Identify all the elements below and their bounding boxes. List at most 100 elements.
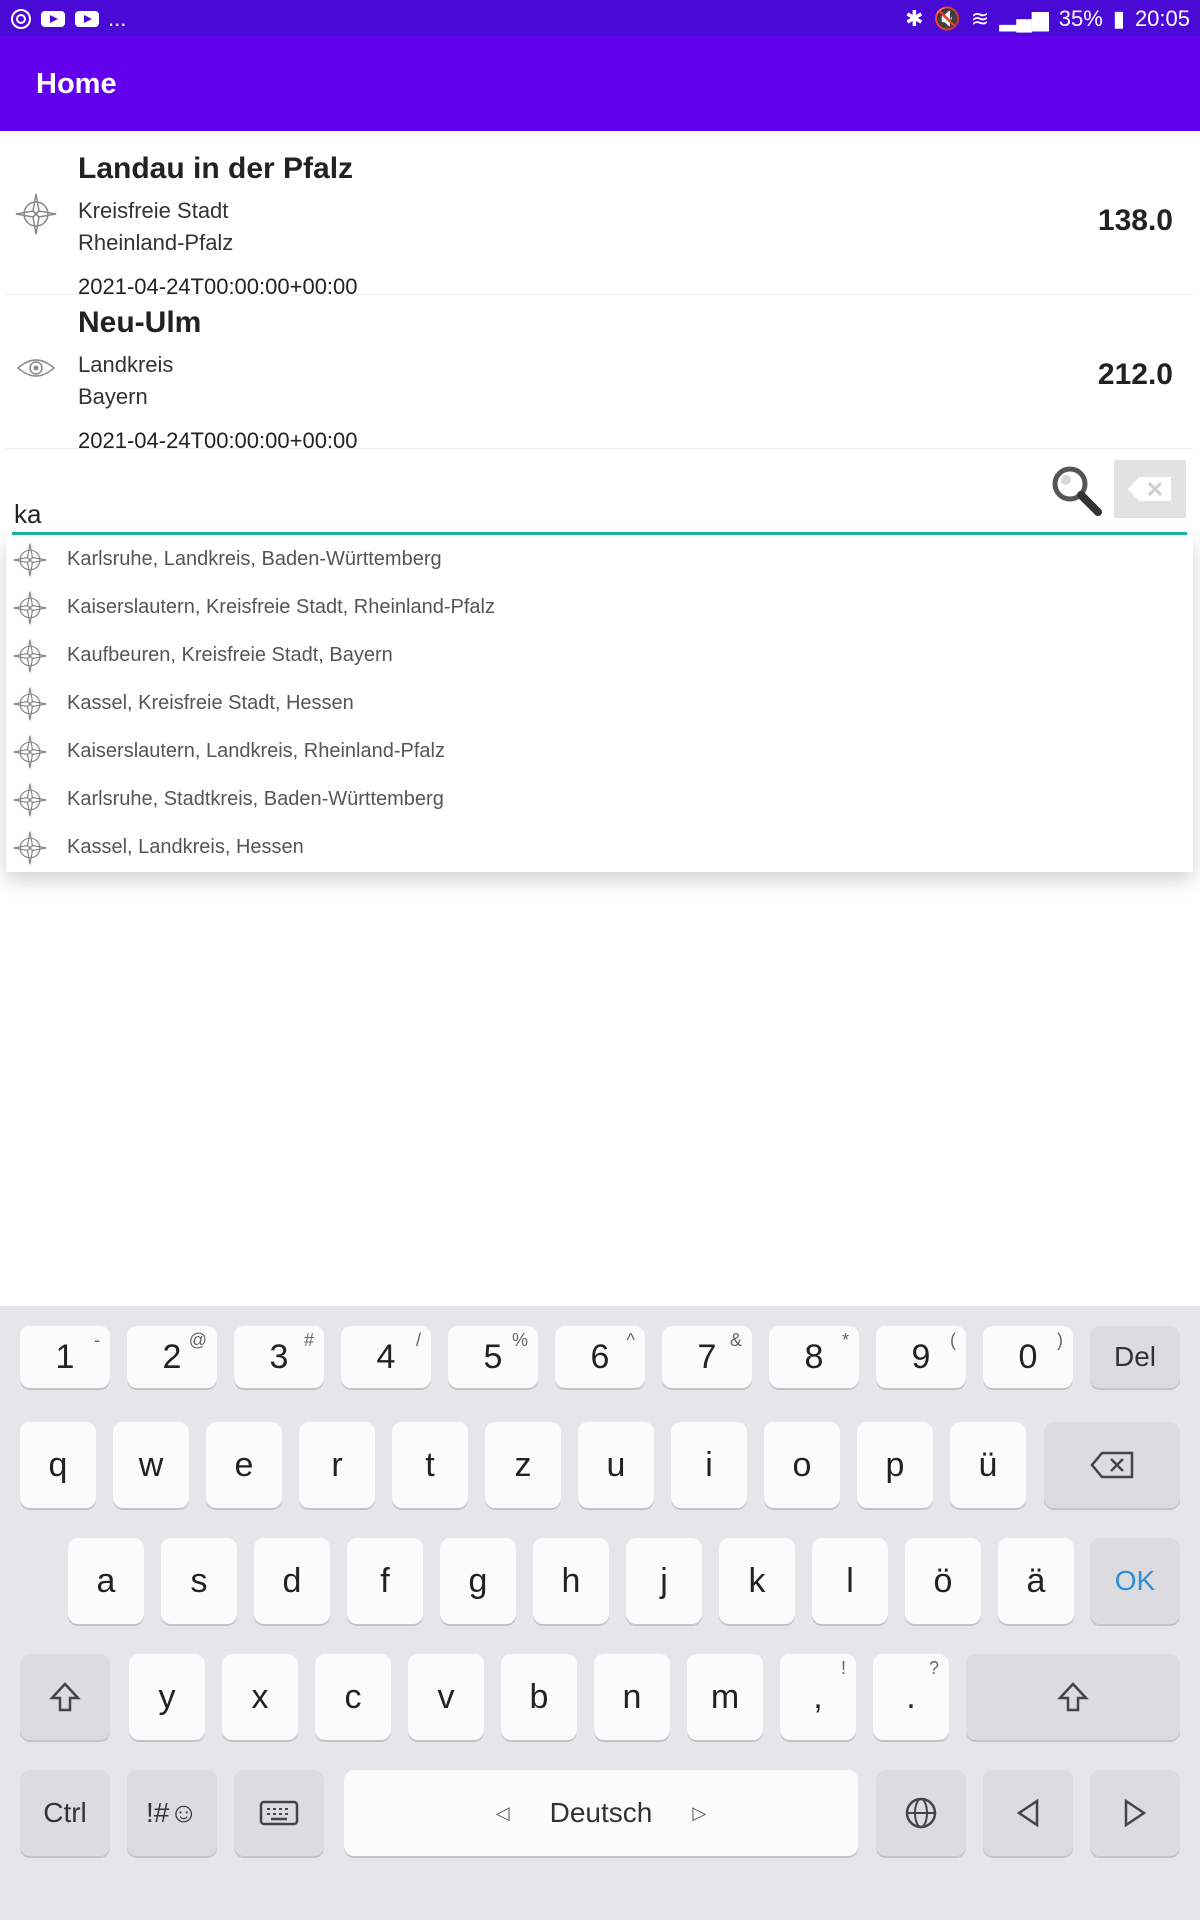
key-keyboard-settings[interactable] xyxy=(234,1770,324,1856)
mute-icon: 🔇 xyxy=(933,6,961,31)
key-alt-label: & xyxy=(729,1330,742,1350)
suggestion-item[interactable]: Kaiserslautern, Kreisfreie Stadt, Rheinl… xyxy=(6,584,1193,632)
key-ü[interactable]: ü xyxy=(950,1422,1026,1508)
key-shift-right[interactable] xyxy=(966,1654,1180,1740)
key-7[interactable]: 7 & xyxy=(662,1326,752,1388)
key-del[interactable]: Del xyxy=(1090,1326,1180,1388)
key-f[interactable]: f xyxy=(347,1538,423,1624)
key-r[interactable]: r xyxy=(299,1422,375,1508)
key-ctrl[interactable]: Ctrl xyxy=(20,1770,110,1856)
globe-icon xyxy=(905,1797,937,1829)
suggestion-item[interactable]: Karlsruhe, Landkreis, Baden-Württemberg xyxy=(6,536,1193,584)
key-0[interactable]: 0) xyxy=(983,1326,1073,1388)
key-e[interactable]: e xyxy=(206,1422,282,1508)
key-x[interactable]: x xyxy=(222,1654,298,1740)
eye-icon xyxy=(16,359,56,377)
key-label: !#☺ xyxy=(146,1797,198,1828)
key-z[interactable]: z xyxy=(485,1422,561,1508)
key-p[interactable]: p xyxy=(857,1422,933,1508)
key-6[interactable]: 6 ^ xyxy=(555,1326,645,1388)
key-9[interactable]: 9( xyxy=(876,1326,966,1388)
key-symbols[interactable]: !#☺ xyxy=(127,1770,217,1856)
key-label: 4 xyxy=(376,1337,396,1376)
key-label: ü xyxy=(978,1445,998,1484)
location-name: Landau in der Pfalz xyxy=(78,152,354,185)
key-cursor-left[interactable] xyxy=(983,1770,1073,1856)
key-5[interactable]: 5% xyxy=(448,1326,538,1388)
suggestion-item[interactable]: Kaiserslautern, Landkreis, Rheinland-Pfa… xyxy=(6,728,1193,776)
key-label: l xyxy=(846,1561,854,1600)
key-period[interactable]: .? xyxy=(873,1654,949,1740)
key-k[interactable]: k xyxy=(719,1538,795,1624)
key-label: w xyxy=(138,1445,164,1484)
compass-rose-icon xyxy=(13,831,47,865)
key-label: i xyxy=(705,1445,713,1484)
suggestion-item[interactable]: Karlsruhe, Stadtkreis, Baden-Württemberg xyxy=(6,776,1193,824)
status-bar: ... ✱ 🔇 ≋ ▂▄▆ 35% ▮ 20:05 xyxy=(0,0,1200,36)
shift-icon xyxy=(1057,1682,1089,1712)
shift-icon xyxy=(49,1682,81,1712)
key-w[interactable]: w xyxy=(113,1422,189,1508)
suggestion-item[interactable]: Kassel, Kreisfreie Stadt, Hessen xyxy=(6,680,1193,728)
key-t[interactable]: t xyxy=(392,1422,468,1508)
key-label: ä xyxy=(1026,1561,1046,1600)
signal-icon: ▂▄▆ xyxy=(999,6,1049,31)
key-o[interactable]: o xyxy=(764,1422,840,1508)
key-n[interactable]: n xyxy=(594,1654,670,1740)
key-m[interactable]: m xyxy=(687,1654,763,1740)
key-label: s xyxy=(190,1561,208,1600)
key-space[interactable]: ◁ Deutsch ▷ xyxy=(344,1770,858,1856)
key-label: 0 xyxy=(1018,1337,1038,1376)
key-s[interactable]: s xyxy=(161,1538,237,1624)
key-g[interactable]: g xyxy=(440,1538,516,1624)
location-type: Kreisfreie Stadt xyxy=(78,198,229,223)
key-q[interactable]: q xyxy=(20,1422,96,1508)
key-2[interactable]: 2 @ xyxy=(127,1326,217,1388)
clear-button[interactable] xyxy=(1114,460,1186,518)
key-ok[interactable]: OK xyxy=(1090,1538,1180,1624)
list-item[interactable]: Landau in der Pfalz Kreisfreie Stadt Rhe… xyxy=(6,144,1193,299)
key-language[interactable] xyxy=(876,1770,966,1856)
location-type: Landkreis xyxy=(78,352,174,377)
key-1[interactable]: 1- xyxy=(20,1326,110,1388)
key-8[interactable]: 8 * xyxy=(769,1326,859,1388)
key-label: j xyxy=(660,1561,668,1600)
key-c[interactable]: c xyxy=(315,1654,391,1740)
suggestion-item[interactable]: Kaufbeuren, Kreisfreie Stadt, Bayern xyxy=(6,632,1193,680)
suggestion-item[interactable]: Kassel, Landkreis, Hessen xyxy=(6,824,1193,872)
key-label: 2 xyxy=(162,1337,182,1376)
key-4[interactable]: 4/ xyxy=(341,1326,431,1388)
key-backspace[interactable] xyxy=(1044,1422,1180,1508)
list-item[interactable]: Neu-Ulm Landkreis Bayern 2021-04-24T00:0… xyxy=(6,298,1193,453)
battery-icon: ▮ xyxy=(1112,6,1125,31)
key-comma[interactable]: ,! xyxy=(780,1654,856,1740)
key-alt-label: ( xyxy=(950,1330,956,1350)
key-alt-label: % xyxy=(511,1330,528,1350)
key-j[interactable]: j xyxy=(626,1538,702,1624)
search-bar xyxy=(6,452,1193,535)
key-l[interactable]: l xyxy=(812,1538,888,1624)
key-ö[interactable]: ö xyxy=(905,1538,981,1624)
key-shift-left[interactable] xyxy=(20,1654,110,1740)
autocomplete-dropdown: Karlsruhe, Landkreis, Baden-Württemberg K… xyxy=(6,536,1193,872)
page-title: Home xyxy=(36,68,117,100)
key-3[interactable]: 3 # xyxy=(234,1326,324,1388)
clock: 20:05 xyxy=(1134,6,1190,31)
key-cursor-right[interactable] xyxy=(1090,1770,1180,1856)
key-label: z xyxy=(514,1445,532,1484)
key-u[interactable]: u xyxy=(578,1422,654,1508)
key-label: . xyxy=(906,1677,916,1716)
key-v[interactable]: v xyxy=(408,1654,484,1740)
key-i[interactable]: i xyxy=(671,1422,747,1508)
search-input[interactable] xyxy=(12,496,1016,532)
key-h[interactable]: h xyxy=(533,1538,609,1624)
key-y[interactable]: y xyxy=(129,1654,205,1740)
key-label: c xyxy=(344,1677,362,1716)
key-b[interactable]: b xyxy=(501,1654,577,1740)
key-a[interactable]: a xyxy=(68,1538,144,1624)
search-icon[interactable] xyxy=(1046,460,1106,520)
key-ä[interactable]: ä xyxy=(998,1538,1074,1624)
key-label: 3 xyxy=(269,1337,289,1376)
key-label: 9 xyxy=(911,1337,931,1376)
key-d[interactable]: d xyxy=(254,1538,330,1624)
